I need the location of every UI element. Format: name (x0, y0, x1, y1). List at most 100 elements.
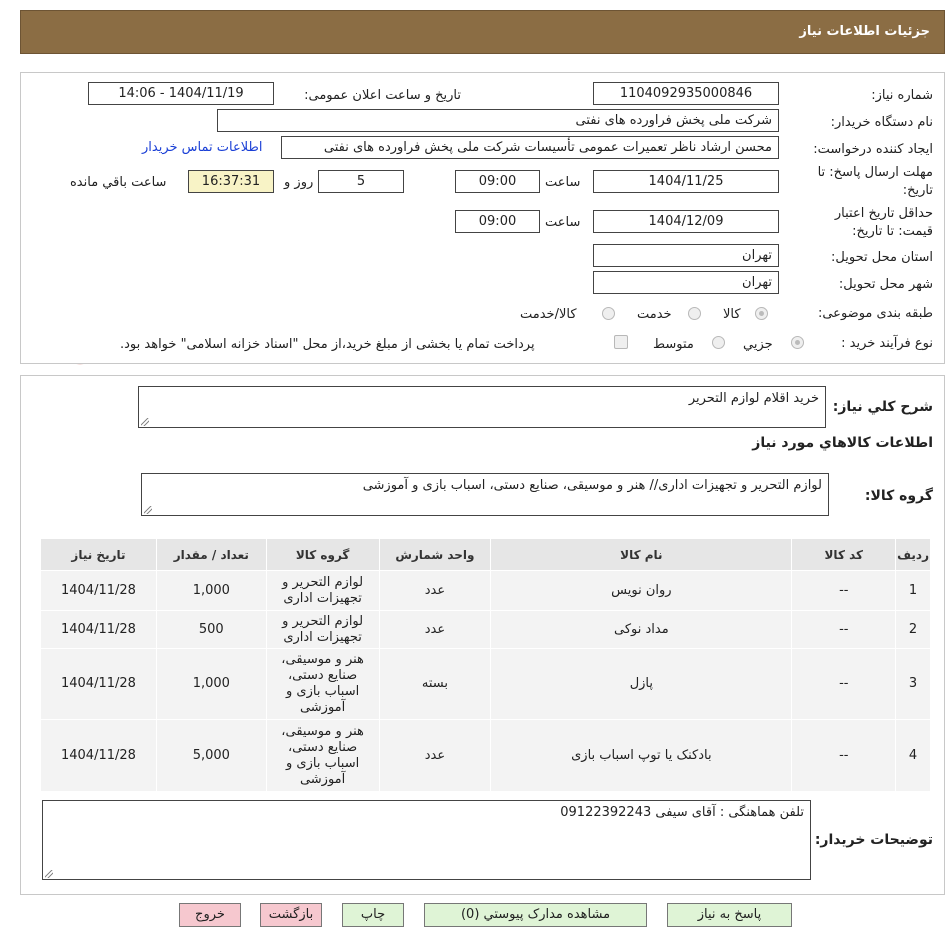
validity-label: حداقل تاریخ اعتبار (834, 206, 933, 221)
cell-date: 1404/11/28 (40, 610, 157, 649)
deadline-time-label: ساعت (545, 175, 581, 190)
col-header-name: نام کالا (490, 538, 793, 571)
need-number-field: 1104092935000846 (593, 82, 779, 105)
validity-date-field: 1404/12/09 (593, 210, 779, 233)
buyer-notes-label: توضیحات خریدار: (814, 832, 933, 848)
cell-name: پازل (490, 648, 793, 720)
deadline-date-field: 1404/11/25 (593, 170, 779, 193)
cell-row-number: 4 (895, 719, 931, 792)
announce-label: تاریخ و ساعت اعلان عمومی: (304, 88, 461, 103)
table-header-row: رديف کد کالا نام کالا واحد شمارش گروه کا… (40, 538, 931, 571)
col-header-unit: واحد شمارش (378, 538, 492, 571)
cell-qty: 500 (155, 610, 267, 649)
general-desc-label: شرح کلي نياز: (832, 399, 933, 415)
city-field: تهران (593, 271, 779, 294)
process-radio-medium[interactable] (712, 336, 725, 349)
buyer-org-label: نام دستگاه خریدار: (830, 115, 933, 130)
validity-label-2: قیمت: تا تاریخ: (852, 224, 933, 239)
cell-code: -- (791, 610, 897, 649)
cell-group: هنر و موسیقی، صنایع دستی، اسباب بازی و آ… (265, 648, 380, 720)
exit-button[interactable]: خروج (179, 903, 241, 927)
cell-qty: 1,000 (155, 648, 267, 720)
cell-unit: بسته (378, 648, 492, 720)
city-label: شهر محل تحویل: (838, 277, 933, 292)
resize-grip-icon[interactable] (141, 418, 149, 426)
page-header: جزئیات اطلاعات نیاز (20, 10, 945, 54)
cell-date: 1404/11/28 (40, 648, 157, 720)
items-table: رديف کد کالا نام کالا واحد شمارش گروه کا… (40, 538, 931, 792)
cell-unit: عدد (378, 719, 492, 792)
cell-group: لوازم التحریر و تجهیزات اداری (265, 570, 380, 611)
table-row: 4 -- بادکنک یا توپ اسباب بازی عدد هنر و … (40, 719, 931, 792)
cell-date: 1404/11/28 (40, 719, 157, 792)
cell-qty: 5,000 (155, 719, 267, 792)
treasury-payment-note: پرداخت تمام یا بخشی از مبلغ خرید،از محل … (120, 337, 535, 352)
deadline-time-field: 09:00 (455, 170, 540, 193)
category-option-goods-service: کالا/خدمت (520, 307, 577, 322)
province-field: تهران (593, 244, 779, 267)
table-row: 2 -- مداد نوکی عدد لوازم التحریر و تجهیز… (40, 610, 931, 649)
col-header-group: گروه کالا (265, 538, 380, 571)
process-option-minor: جزیي (743, 337, 773, 352)
cell-unit: عدد (378, 570, 492, 611)
cell-name: روان نویس (490, 570, 793, 611)
buyer-contact-link[interactable]: اطلاعات تماس خریدار (142, 140, 262, 155)
table-row: 3 -- پازل بسته هنر و موسیقی، صنایع دستی،… (40, 648, 931, 720)
days-field: 5 (318, 170, 404, 193)
category-option-goods: کالا (723, 307, 741, 322)
cell-row-number: 3 (895, 648, 931, 720)
cell-code: -- (791, 648, 897, 720)
buyer-notes-text: تلفن هماهنگی : آقای سیفی 09122392243 (560, 805, 804, 820)
cell-unit: عدد (378, 610, 492, 649)
category-radio-goods[interactable] (755, 307, 768, 320)
goods-group-text: لوازم التحریر و تجهیزات اداری// هنر و مو… (362, 478, 822, 493)
category-radio-service[interactable] (688, 307, 701, 320)
need-number-label: شماره نیاز: (871, 88, 933, 103)
col-header-qty: تعداد / مقدار (155, 538, 267, 571)
col-header-code: کد کالا (791, 538, 897, 571)
process-option-medium: متوسط (653, 337, 694, 352)
validity-time-field: 09:00 (455, 210, 540, 233)
category-radio-goods-service[interactable] (602, 307, 615, 320)
back-button[interactable]: بازگشت (260, 903, 322, 927)
goods-info-title: اطلاعات کالاهاي مورد نياز (752, 435, 933, 451)
remaining-label: ساعت باقي مانده (70, 175, 167, 190)
goods-group-label: گروه کالا: (864, 488, 933, 504)
deadline-label: مهلت ارسال پاسخ: تا (817, 165, 933, 180)
cell-name: مداد نوکی (490, 610, 793, 649)
buyer-org-field: شرکت ملی پخش فراورده های نفتی (217, 109, 779, 132)
cell-name: بادکنک یا توپ اسباب بازی (490, 719, 793, 792)
general-desc-field: خرید اقلام لوازم التحریر (138, 386, 826, 428)
cell-row-number: 2 (895, 610, 931, 649)
deadline-label-2: تاریخ: (902, 183, 933, 198)
buyer-notes-field: تلفن هماهنگی : آقای سیفی 09122392243 (42, 800, 811, 880)
cell-date: 1404/11/28 (40, 570, 157, 611)
treasury-checkbox[interactable] (614, 335, 628, 349)
process-radio-minor[interactable] (791, 336, 804, 349)
table-row: 1 -- روان نویس عدد لوازم التحریر و تجهیز… (40, 570, 931, 611)
validity-time-label: ساعت (545, 215, 581, 230)
remaining-time-field: 16:37:31 (188, 170, 274, 193)
cell-code: -- (791, 570, 897, 611)
resize-grip-icon[interactable] (45, 870, 53, 878)
creator-field: محسن ارشاد ناظر تعمیرات عمومی تأسیسات شر… (281, 136, 779, 159)
resize-grip-icon[interactable] (144, 506, 152, 514)
col-header-date: تاريخ نياز (40, 538, 157, 571)
general-desc-text: خرید اقلام لوازم التحریر (688, 391, 819, 406)
days-label: روز و (284, 175, 314, 190)
province-label: استان محل تحویل: (831, 250, 933, 265)
view-attachments-button[interactable]: مشاهده مدارک پیوستي (0) (424, 903, 647, 927)
creator-label: ایجاد کننده درخواست: (813, 142, 933, 157)
process-label: نوع فرآیند خرید : (841, 336, 933, 351)
print-button[interactable]: چاپ (342, 903, 404, 927)
cell-code: -- (791, 719, 897, 792)
category-option-service: خدمت (637, 307, 672, 322)
cell-group: لوازم التحریر و تجهیزات اداری (265, 610, 380, 649)
goods-group-field: لوازم التحریر و تجهیزات اداری// هنر و مو… (141, 473, 829, 516)
category-label: طبقه بندی موضوعی: (817, 306, 933, 321)
cell-group: هنر و موسیقی، صنایع دستی، اسباب بازی و آ… (265, 719, 380, 792)
col-header-row-number: رديف (895, 538, 931, 571)
reply-button[interactable]: پاسخ به نیاز (667, 903, 792, 927)
cell-row-number: 1 (895, 570, 931, 611)
cell-qty: 1,000 (155, 570, 267, 611)
